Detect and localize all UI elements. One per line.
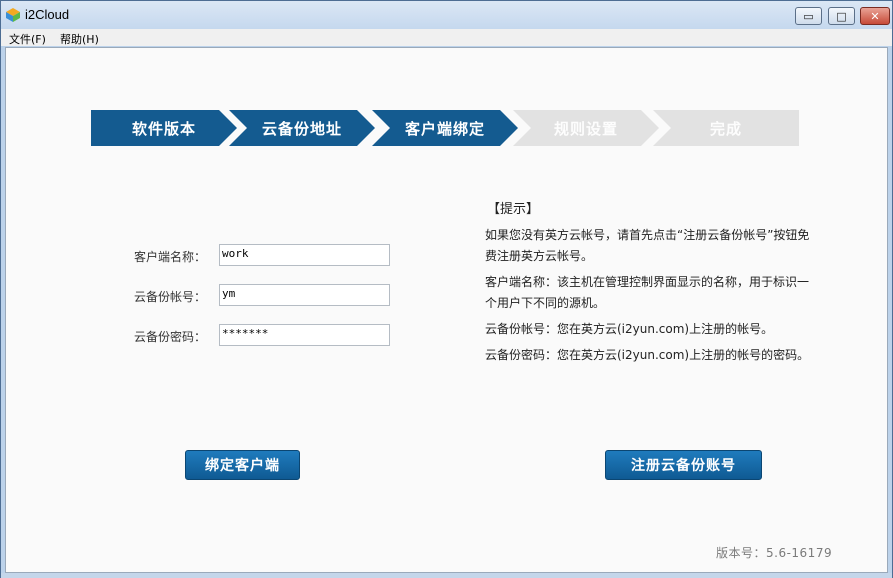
register-account-button[interactable]: 注册云备份账号 bbox=[605, 450, 762, 480]
step-client-binding: 客户端绑定 bbox=[372, 110, 518, 146]
account-label: 云备份帐号： bbox=[134, 290, 207, 304]
maximize-button[interactable]: □ bbox=[828, 7, 855, 25]
step-finish: 完成 bbox=[653, 110, 799, 146]
step-software-version: 软件版本 bbox=[91, 110, 237, 146]
version-label: 版本号：5.6-16179 bbox=[716, 546, 833, 560]
title-bar[interactable]: i2Cloud ▭ □ ✕ bbox=[1, 1, 892, 29]
window-title: i2Cloud bbox=[25, 7, 70, 22]
window-bottom-border bbox=[1, 573, 892, 578]
menu-bar: 文件(F) 帮助(H) bbox=[1, 29, 892, 46]
password-label: 云备份密码： bbox=[134, 330, 207, 344]
hint-paragraph: 如果您没有英方云帐号，请首先点击“注册云备份帐号”按钮免费注册英方云帐号。 bbox=[485, 228, 810, 263]
minimize-button[interactable]: ▭ bbox=[795, 7, 822, 25]
hint-paragraph: 客户端名称：该主机在管理控制界面显示的名称，用于标识一个用户下不同的源机。 bbox=[485, 275, 810, 310]
wizard-steps: 软件版本 云备份地址 客户端绑定 规则设置 完成 bbox=[91, 110, 811, 146]
hint-panel: 【提示】 如果您没有英方云帐号，请首先点击“注册云备份帐号”按钮免费注册英方云帐… bbox=[485, 198, 815, 371]
bind-client-button[interactable]: 绑定客户端 bbox=[185, 450, 300, 480]
client-name-label: 客户端名称： bbox=[134, 250, 207, 264]
account-input[interactable]: ym bbox=[219, 284, 390, 306]
step-rule-settings: 规则设置 bbox=[513, 110, 659, 146]
hint-paragraph: 云备份帐号：您在英方云(i2yun.com)上注册的帐号。 bbox=[485, 322, 774, 336]
password-input[interactable]: ******* bbox=[219, 324, 390, 346]
maximize-icon: □ bbox=[836, 9, 847, 23]
minimize-icon: ▭ bbox=[803, 9, 814, 23]
hint-title: 【提示】 bbox=[487, 202, 540, 217]
client-name-input[interactable]: work bbox=[219, 244, 390, 266]
close-button[interactable]: ✕ bbox=[860, 7, 890, 25]
step-cloud-address: 云备份地址 bbox=[229, 110, 375, 146]
hint-paragraph: 云备份密码：您在英方云(i2yun.com)上注册的帐号的密码。 bbox=[485, 348, 810, 362]
app-logo-icon bbox=[6, 8, 20, 22]
app-window: i2Cloud ▭ □ ✕ 文件(F) 帮助(H) 软件版本 云备份地址 客户端… bbox=[0, 0, 893, 578]
wizard-panel: 软件版本 云备份地址 客户端绑定 规则设置 完成 客户端名称： work 云备份… bbox=[5, 47, 888, 573]
menu-help[interactable]: 帮助(H) bbox=[60, 31, 99, 47]
close-icon: ✕ bbox=[870, 9, 880, 23]
menu-file[interactable]: 文件(F) bbox=[9, 31, 46, 47]
